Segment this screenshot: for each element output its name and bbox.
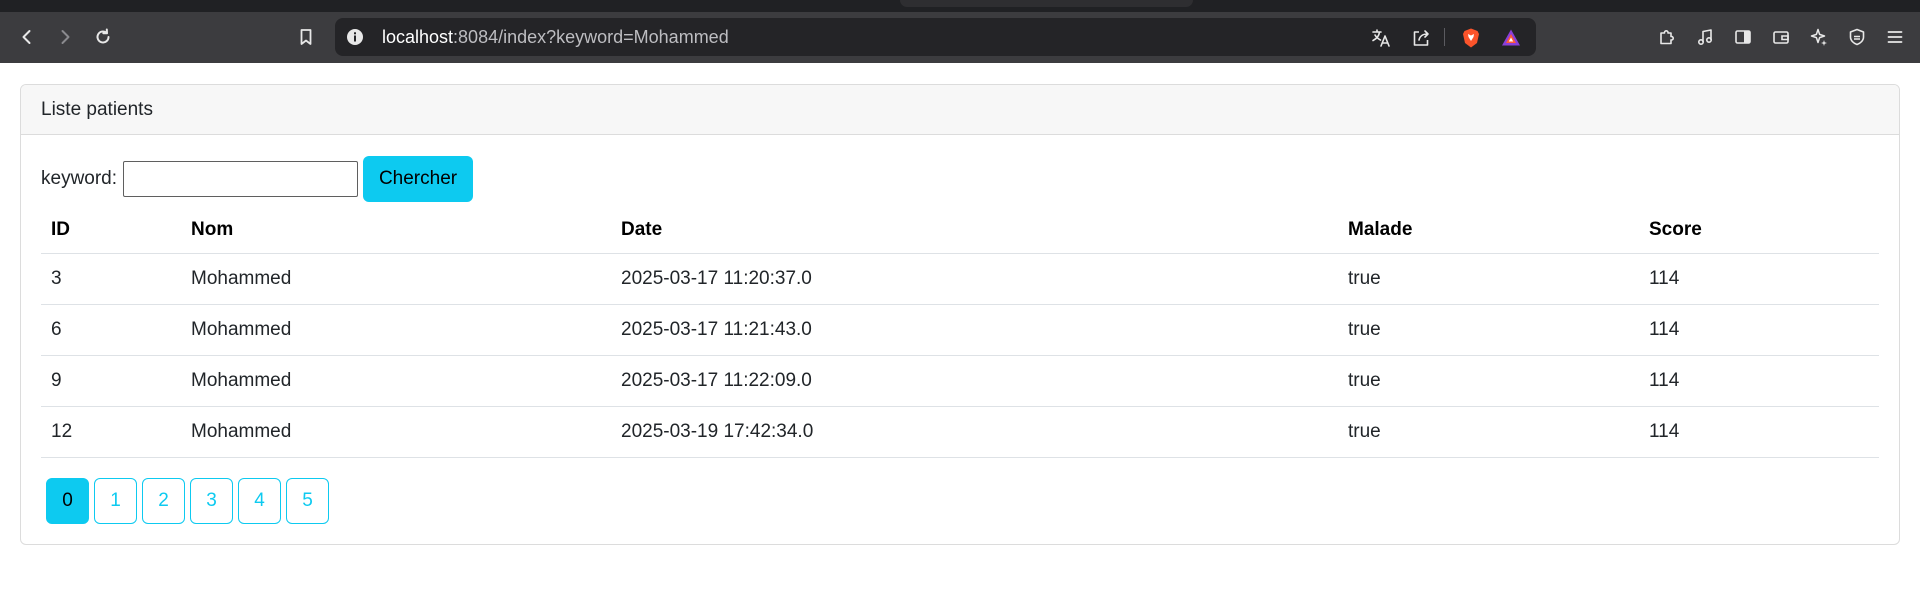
vpn-button[interactable] xyxy=(1842,22,1872,52)
sparkle-icon xyxy=(1810,28,1827,46)
reload-button[interactable] xyxy=(88,22,118,52)
cell-malade: true xyxy=(1338,304,1639,356)
share-icon[interactable] xyxy=(1410,27,1432,49)
browser-chrome: localhost:8084/index?keyword=Mohammed xyxy=(0,0,1920,63)
url-host: localhost xyxy=(382,27,454,47)
sidebar-icon xyxy=(1735,30,1751,44)
cell-id: 12 xyxy=(41,406,181,458)
site-info-icon[interactable] xyxy=(345,27,365,47)
leo-ai-button[interactable] xyxy=(1804,22,1834,52)
keyword-label: keyword: xyxy=(41,168,118,189)
cell-score: 114 xyxy=(1639,355,1879,407)
page-button-5[interactable]: 5 xyxy=(286,478,329,524)
column-header-malade: Malade xyxy=(1338,207,1639,254)
url-text[interactable]: localhost:8084/index?keyword=Mohammed xyxy=(382,18,729,56)
forward-button[interactable] xyxy=(50,22,80,52)
music-note-icon xyxy=(1697,29,1713,46)
translate-icon[interactable] xyxy=(1370,27,1392,49)
page-button-4[interactable]: 4 xyxy=(238,478,281,524)
cell-malade: true xyxy=(1338,406,1639,458)
patients-card: Liste patients keyword: Chercher ID Nom … xyxy=(20,84,1900,545)
table-row: 12 Mohammed 2025-03-19 17:42:34.0 true 1… xyxy=(41,406,1879,458)
cell-nom: Mohammed xyxy=(181,253,611,305)
omnibox-divider xyxy=(1444,28,1445,46)
address-bar[interactable]: localhost:8084/index?keyword=Mohammed xyxy=(335,18,1536,56)
page-button-0[interactable]: 0 xyxy=(46,478,89,524)
cell-date: 2025-03-17 11:22:09.0 xyxy=(611,355,1338,407)
puzzle-icon xyxy=(1660,30,1674,45)
column-header-score: Score xyxy=(1639,207,1879,254)
page-button-3[interactable]: 3 xyxy=(190,478,233,524)
cell-nom: Mohammed xyxy=(181,304,611,356)
wallet-button[interactable] xyxy=(1766,22,1796,52)
column-header-nom: Nom xyxy=(181,207,611,254)
keyword-input[interactable] xyxy=(123,161,359,197)
bookmark-icon xyxy=(300,29,312,45)
cell-id: 3 xyxy=(41,253,181,305)
column-header-id: ID xyxy=(41,207,181,254)
page-button-1[interactable]: 1 xyxy=(94,478,137,524)
patients-table: ID Nom Date Malade Score 3 Mohammed 2025… xyxy=(41,207,1879,458)
reload-icon xyxy=(96,28,110,44)
cell-date: 2025-03-17 11:21:43.0 xyxy=(611,304,1338,356)
card-header: Liste patients xyxy=(21,85,1899,135)
browser-toolbar: localhost:8084/index?keyword=Mohammed xyxy=(0,12,1920,63)
cell-nom: Mohammed xyxy=(181,406,611,458)
cell-date: 2025-03-19 17:42:34.0 xyxy=(611,406,1338,458)
cell-date: 2025-03-17 11:20:37.0 xyxy=(611,253,1338,305)
media-button[interactable] xyxy=(1690,22,1720,52)
page-button-2[interactable]: 2 xyxy=(142,478,185,524)
url-path: :8084/index?keyword=Mohammed xyxy=(453,27,729,47)
table-row: 6 Mohammed 2025-03-17 11:21:43.0 true 11… xyxy=(41,304,1879,356)
bookmark-button[interactable] xyxy=(291,22,321,52)
cell-malade: true xyxy=(1338,355,1639,407)
cell-id: 9 xyxy=(41,355,181,407)
shield-icon xyxy=(1849,28,1865,46)
table-row: 3 Mohammed 2025-03-17 11:20:37.0 true 11… xyxy=(41,253,1879,305)
pagination: 0 1 2 3 4 5 xyxy=(46,478,329,524)
table-row: 9 Mohammed 2025-03-17 11:22:09.0 true 11… xyxy=(41,355,1879,407)
cell-id: 6 xyxy=(41,304,181,356)
cell-malade: true xyxy=(1338,253,1639,305)
cell-score: 114 xyxy=(1639,406,1879,458)
brave-shields-icon[interactable] xyxy=(1460,27,1482,49)
brave-rewards-icon[interactable] xyxy=(1500,27,1522,49)
search-button[interactable]: Chercher xyxy=(363,156,474,202)
cell-nom: Mohammed xyxy=(181,355,611,407)
sidebar-button[interactable] xyxy=(1728,22,1758,52)
table-header-row: ID Nom Date Malade Score xyxy=(41,207,1879,254)
tab[interactable] xyxy=(900,0,1193,7)
hamburger-menu-icon xyxy=(1887,31,1903,43)
column-header-date: Date xyxy=(611,207,1338,254)
wallet-icon xyxy=(1773,31,1789,44)
extensions-button[interactable] xyxy=(1652,22,1682,52)
cell-score: 114 xyxy=(1639,253,1879,305)
menu-button[interactable] xyxy=(1880,22,1910,52)
back-button[interactable] xyxy=(12,22,42,52)
tab-strip xyxy=(0,0,1920,12)
cell-score: 114 xyxy=(1639,304,1879,356)
forward-arrow-icon xyxy=(61,30,70,44)
back-arrow-icon xyxy=(22,30,31,44)
search-form: keyword: Chercher xyxy=(41,156,474,202)
